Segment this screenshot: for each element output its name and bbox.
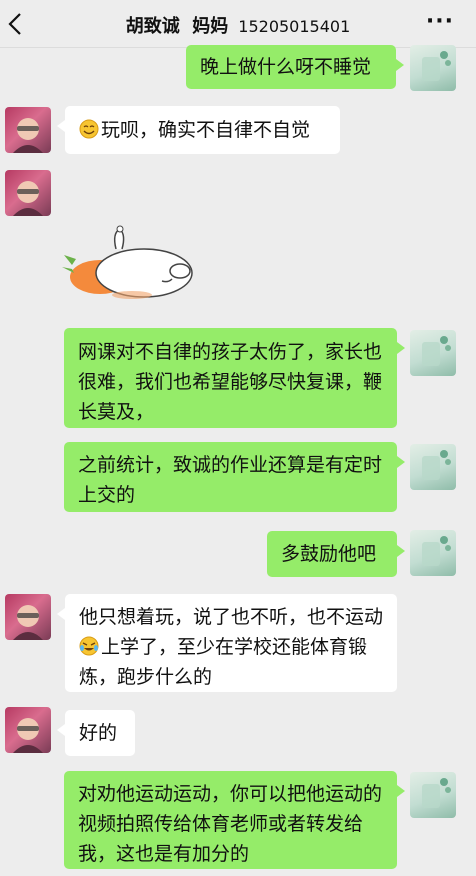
- message-bubble-sent[interactable]: 多鼓励他吧: [267, 531, 405, 577]
- message-text: 好的: [79, 722, 118, 744]
- avatar-image: [422, 51, 451, 81]
- avatar-image: [13, 181, 43, 216]
- message-bubble-sent[interactable]: 晚上做什么呀不睡觉: [186, 45, 404, 89]
- contact-name: 胡致诚 妈妈: [125, 16, 229, 37]
- contact-phone: 15205015401: [238, 17, 351, 36]
- crying-laughing-emoji-icon: [79, 636, 99, 656]
- contact-avatar[interactable]: [5, 107, 51, 153]
- smile-emoji-icon: [79, 119, 99, 139]
- message-text: 之前统计，致诚的作业还算是有定时上交的: [78, 454, 383, 506]
- more-dots-icon[interactable]: ···: [426, 11, 454, 33]
- my-avatar[interactable]: [410, 530, 456, 576]
- message-text: 多鼓励他吧: [281, 543, 377, 565]
- chat-header: 胡致诚 妈妈 15205015401 ···: [0, 0, 476, 48]
- message-text: 对劝他运动运动，你可以把他运动的视频拍照传给体育老师或者转发给我，这也是有加分的: [78, 783, 383, 865]
- contact-avatar[interactable]: [5, 707, 51, 753]
- message-text: 他只想着玩，说了也不听，也不运动: [79, 606, 384, 628]
- message-text: 晚上做什么呀不睡觉: [200, 56, 372, 78]
- avatar-image: [13, 118, 43, 153]
- chat-title: 胡致诚 妈妈 15205015401: [0, 12, 476, 38]
- avatar-image: [422, 778, 451, 808]
- contact-avatar[interactable]: [5, 594, 51, 640]
- message-text: 上学了，至少在学校还能体育锻炼，跑步什么的: [79, 636, 368, 688]
- avatar-image: [422, 536, 451, 566]
- message-bubble-sent[interactable]: 对劝他运动运动，你可以把他运动的视频拍照传给体育老师或者转发给我，这也是有加分的: [64, 771, 405, 869]
- my-avatar[interactable]: [410, 330, 456, 376]
- message-text: 玩呗，确实不自律不自觉: [101, 119, 311, 141]
- my-avatar[interactable]: [410, 45, 456, 91]
- avatar-image: [13, 605, 43, 640]
- message-bubble-received[interactable]: 玩呗，确实不自律不自觉: [57, 106, 340, 154]
- message-bubble-received[interactable]: 好的: [57, 710, 135, 756]
- message-text: 网课对不自律的孩子太伤了，家长也很难，我们也希望能够尽快复课，鞭长莫及，: [78, 341, 383, 423]
- my-avatar[interactable]: [410, 772, 456, 818]
- message-bubble-received[interactable]: 他只想着玩，说了也不听，也不运动 上学了，至少在学校还能体育锻炼，跑步什么的: [57, 594, 397, 692]
- message-bubble-sent[interactable]: 网课对不自律的孩子太伤了，家长也很难，我们也希望能够尽快复课，鞭长莫及，: [64, 328, 405, 428]
- message-bubble-sent[interactable]: 之前统计，致诚的作业还算是有定时上交的: [64, 442, 405, 512]
- contact-avatar[interactable]: [5, 170, 51, 216]
- avatar-image: [422, 450, 451, 480]
- my-avatar[interactable]: [410, 444, 456, 490]
- avatar-image: [13, 718, 43, 753]
- avatar-image: [422, 336, 451, 366]
- sleeping-rabbit-carrot-sticker[interactable]: [62, 225, 194, 307]
